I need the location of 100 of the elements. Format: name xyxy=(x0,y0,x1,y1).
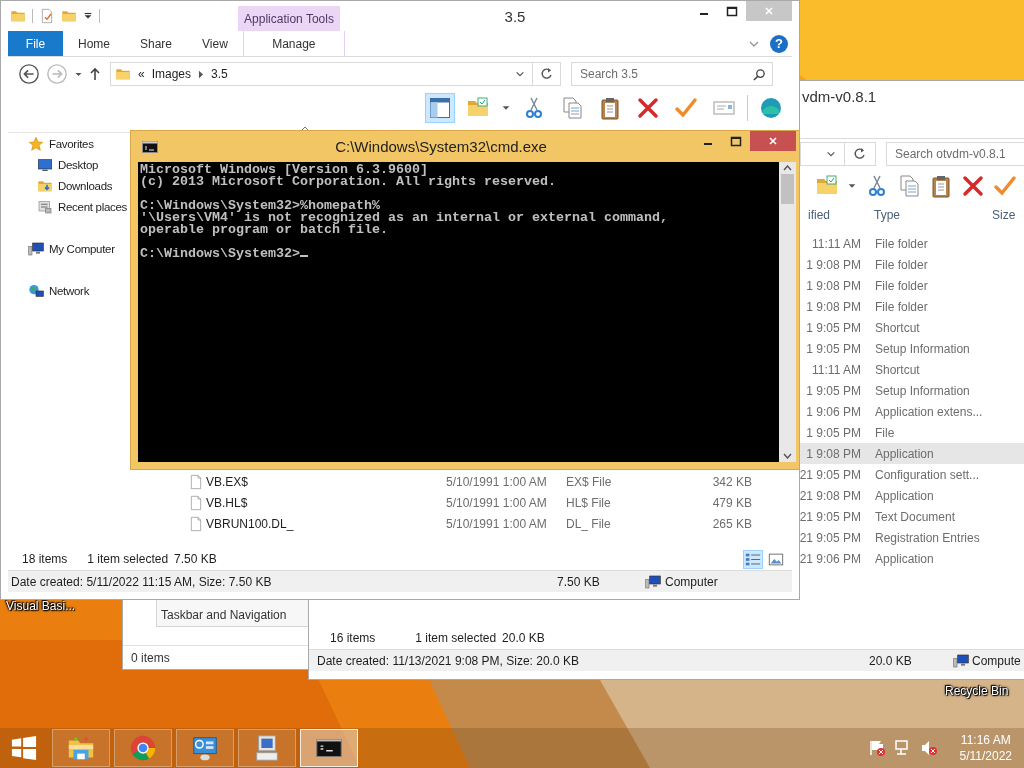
type-cell-text: HL$ File xyxy=(566,495,612,510)
preview-pane-icon[interactable] xyxy=(425,93,455,123)
taskbar-button[interactable] xyxy=(300,729,358,767)
console-line: C:\Windows\System32> xyxy=(140,248,777,260)
file-menu-button[interactable]: File xyxy=(8,31,63,56)
refresh-icon[interactable] xyxy=(853,147,867,161)
status-details: Date created: 5/11/2022 11:15 AM, Size: 7.50 KB xyxy=(10,574,273,589)
column-header[interactable]: Size xyxy=(992,208,1024,222)
text-cursor xyxy=(299,255,308,257)
console-line: Microsoft Windows [Version 6.3.9600] xyxy=(140,164,429,176)
nav-item[interactable]: Favorites xyxy=(8,133,130,154)
scroll-up-icon[interactable] xyxy=(783,165,792,171)
file-name[interactable]: VB.EX$ xyxy=(204,474,446,489)
caret-icon[interactable] xyxy=(83,11,93,21)
breadcrumb-overflow[interactable]: « xyxy=(138,67,145,81)
file-row[interactable]: 21 9:05 PM Text Document xyxy=(798,506,1024,527)
date-cell-text: 11:11 AM xyxy=(811,236,861,251)
scroll-down-icon[interactable] xyxy=(783,453,792,459)
console-icon[interactable] xyxy=(142,140,158,153)
nav-item[interactable]: My Computer xyxy=(8,238,130,259)
type-cell-text: Shortcut xyxy=(875,362,921,377)
refresh-icon[interactable] xyxy=(540,67,554,81)
nav-item[interactable]: Desktop xyxy=(8,154,130,175)
file-row[interactable]: 21 9:06 PM Application xyxy=(798,548,1024,569)
file-row[interactable]: 21 9:05 PM Configuration sett... xyxy=(798,464,1024,485)
type-cell-text: Application xyxy=(875,488,935,503)
ribbon-tab[interactable]: View xyxy=(187,31,243,56)
column-header[interactable]: ified xyxy=(808,208,874,222)
console-line: '\Users\VM4' is not recognized as an internal or external command, xyxy=(140,212,669,224)
type-cell-text: EX$ File xyxy=(566,474,613,489)
file-name[interactable]: VB.HL$ xyxy=(204,495,446,510)
scrollbar-thumb[interactable] xyxy=(781,174,794,204)
address-bar[interactable] xyxy=(800,142,876,166)
back-icon[interactable] xyxy=(18,63,40,85)
file-row[interactable]: 1 9:05 PM Shortcut xyxy=(798,317,1024,338)
file-row[interactable]: 11:11 AM File folder xyxy=(798,233,1024,254)
flag-icon[interactable] xyxy=(867,739,886,757)
dropdown-icon[interactable] xyxy=(826,149,836,159)
status-location: Computer xyxy=(665,574,718,589)
window-title: vdm-v0.8.1 xyxy=(801,87,878,105)
details-view-icon[interactable] xyxy=(743,549,763,569)
console-line: (c) 2013 Microsoft Corporation. All rights reserved. xyxy=(140,176,557,188)
date-cell-text: 1 9:08 PM xyxy=(805,278,861,293)
maximize-icon[interactable] xyxy=(730,135,742,147)
file-row[interactable]: 1 9:08 PM File folder xyxy=(798,296,1024,317)
nav-item[interactable]: Network xyxy=(8,280,130,301)
checkmark-icon[interactable] xyxy=(993,174,1017,198)
file-row[interactable]: 1 9:06 PM Application extens... xyxy=(798,401,1024,422)
file-row[interactable]: 21 9:08 PM Application xyxy=(798,485,1024,506)
nav-item[interactable]: Recent places xyxy=(8,196,130,217)
ribbon-tab[interactable]: Share xyxy=(125,31,188,56)
file-row[interactable]: 1 9:05 PM Setup Information xyxy=(798,338,1024,359)
file-row[interactable]: 11:11 AM Shortcut xyxy=(798,359,1024,380)
date-cell-text: 1 9:08 PM xyxy=(805,299,861,314)
copy-icon[interactable] xyxy=(897,174,921,198)
date-cell-text: 1 9:06 PM xyxy=(805,404,861,419)
delete-icon[interactable] xyxy=(961,174,985,198)
breadcrumb[interactable]: 3.5 xyxy=(211,67,228,81)
computer-icon xyxy=(953,652,969,669)
search-field[interactable]: Search otvdm-v0.8.1 xyxy=(886,142,1024,166)
file-row[interactable]: 1 9:08 PM File folder xyxy=(798,254,1024,275)
file-icon xyxy=(188,515,204,532)
close-icon[interactable] xyxy=(767,135,779,147)
date-cell-text: 1 9:05 PM xyxy=(805,383,861,398)
date-cell: 21 9:06 PM xyxy=(798,551,861,566)
type-cell-text: Setup Information xyxy=(875,341,971,356)
clipboard-icon[interactable] xyxy=(929,174,953,198)
item-count: 18 items xyxy=(22,552,68,566)
search-icon[interactable] xyxy=(753,68,766,81)
search-field[interactable]: Search 3.5 xyxy=(571,62,773,86)
console-line: operable program or batch file. xyxy=(140,224,389,236)
file-row[interactable]: 1 9:05 PM Setup Information xyxy=(798,380,1024,401)
chevron-icon[interactable] xyxy=(198,69,205,79)
start-button[interactable] xyxy=(10,735,38,761)
type-cell-text: Shortcut xyxy=(875,320,921,335)
file-row[interactable]: 21 9:05 PM Registration Entries xyxy=(798,527,1024,548)
dropdown-icon[interactable] xyxy=(515,69,525,79)
status-location: Compute xyxy=(972,653,1021,668)
properties-icon[interactable] xyxy=(39,8,55,24)
up-arrow-icon[interactable] xyxy=(89,67,101,81)
nav-item[interactable]: Downloads xyxy=(8,175,130,196)
help-button[interactable]: ? xyxy=(770,34,788,53)
speaker-icon[interactable] xyxy=(919,739,938,757)
monitor-icon xyxy=(37,156,53,173)
breadcrumb[interactable]: Images xyxy=(151,67,192,81)
file-row[interactable]: 1 9:05 PM File xyxy=(798,422,1024,443)
ribbon-tab[interactable]: Home xyxy=(63,31,125,56)
date-cell-text: 5/10/1991 1:00 AM xyxy=(446,474,548,489)
file-row[interactable]: 1 9:08 PM File folder xyxy=(798,275,1024,296)
nav-item[interactable]: Taskbar and Navigation xyxy=(161,608,287,622)
type-cell-text: Configuration sett... xyxy=(875,467,981,482)
address-bar[interactable]: « Images 3.5 xyxy=(110,62,561,86)
file-name[interactable]: VBRUN100.DL_ xyxy=(204,516,446,531)
type-cell-text: File folder xyxy=(875,278,929,293)
status-size: 7.50 KB xyxy=(556,574,601,589)
column-header[interactable]: Type xyxy=(874,208,992,222)
file-row[interactable]: 1 9:08 PM Application xyxy=(798,443,1024,464)
maximize-icon[interactable] xyxy=(726,5,738,17)
browser-icon[interactable] xyxy=(128,733,158,763)
close-button[interactable] xyxy=(750,131,796,151)
